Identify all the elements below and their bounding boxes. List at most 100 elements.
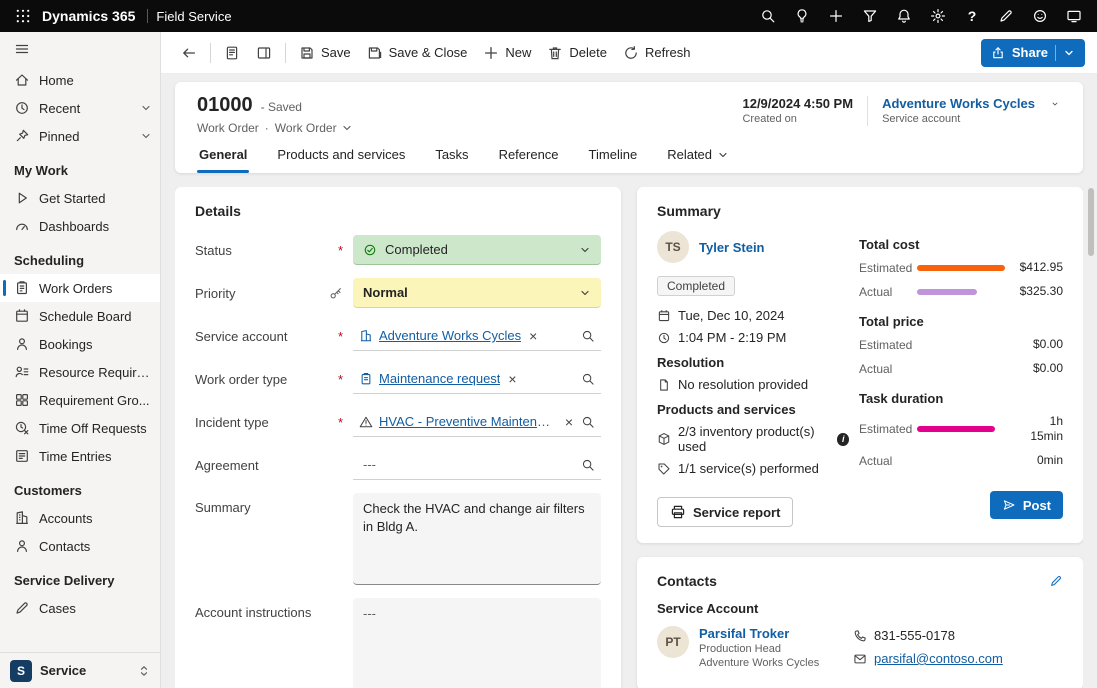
lightbulb-icon[interactable] [785,0,819,32]
tab-related[interactable]: Related [665,147,731,173]
filter-icon[interactable] [853,0,887,32]
search-icon[interactable] [751,0,785,32]
actual-cost-row: Actual $325.30 [859,284,1063,299]
save-and-close-button[interactable]: Save & Close [359,38,476,68]
sidebar-item-work-orders[interactable]: Work Orders [0,274,160,302]
feedback-pencil-icon[interactable] [989,0,1023,32]
account-instructions-textarea[interactable]: --- [353,598,601,688]
owner-avatar[interactable]: TS [657,231,689,263]
service-report-button[interactable]: Service report [657,497,793,527]
sidebar-section-my-work: My Work [0,150,160,184]
sidebar-item-dashboards[interactable]: Dashboards [0,212,160,240]
dot-separator: · [265,121,269,135]
service-account-field: Service account* Adventure Works Cycles … [195,321,601,351]
contact-email-link[interactable]: parsifal@contoso.com [874,651,1003,666]
sidebar-item-cases[interactable]: Cases [0,594,160,622]
chevron-up-down-icon[interactable] [138,665,150,677]
contact-avatar[interactable]: PT [657,626,689,658]
sidebar-item-recent[interactable]: Recent [0,94,160,122]
back-button[interactable] [173,38,205,68]
area-switcher[interactable]: S Service [0,652,160,688]
sidebar-item-requirement-groups[interactable]: Requirement Gro... [0,386,160,414]
chevron-down-icon[interactable] [140,102,152,114]
delete-button[interactable]: Delete [539,38,615,68]
side-pane-button[interactable] [248,38,280,68]
contact-email-row: parsifal@contoso.com [853,651,1063,666]
help-icon[interactable]: ? [955,0,989,32]
app-launcher-icon[interactable] [6,0,40,32]
sidebar-item-resource-requirements[interactable]: Resource Require... [0,358,160,386]
share-button[interactable]: Share [981,39,1085,67]
service-account-link[interactable]: Adventure Works Cycles [882,96,1035,111]
tab-products-and-services[interactable]: Products and services [275,147,407,173]
lookup-search-icon[interactable] [581,415,595,429]
chip-dismiss-icon[interactable]: × [506,372,518,386]
sidebar-item-bookings[interactable]: Bookings [0,330,160,358]
tab-tasks[interactable]: Tasks [433,147,470,173]
app-name[interactable]: Field Service [156,9,231,24]
edit-pencil-icon[interactable] [1049,574,1063,588]
sidebar-item-time-off-requests[interactable]: Time Off Requests [0,414,160,442]
info-icon[interactable]: i [837,433,849,446]
brand-title[interactable]: Dynamics 365 [42,8,135,24]
gear-icon[interactable] [921,0,955,32]
form-selector[interactable]: Work Order [275,121,353,135]
incident-type-chip[interactable]: HVAC - Preventive Maintenance × [359,414,575,429]
sidebar-item-pinned[interactable]: Pinned [0,122,160,150]
sidebar-item-time-entries[interactable]: Time Entries [0,442,160,470]
service-account-lookup[interactable]: Adventure Works Cycles × [353,321,601,351]
sidebar-toggle-icon[interactable] [0,32,160,66]
chevron-down-icon[interactable] [579,244,591,256]
lookup-search-icon[interactable] [581,372,595,386]
sidebar-item-schedule-board[interactable]: Schedule Board [0,302,160,330]
sidebar-item-accounts[interactable]: Accounts [0,504,160,532]
lookup-search-icon[interactable] [581,329,595,343]
summary-textarea[interactable]: Check the HVAC and change air filters in… [353,493,601,585]
status-select[interactable]: Completed [353,235,601,265]
tab-general[interactable]: General [197,147,249,173]
contact-name-link[interactable]: Parsifal Troker [699,626,843,641]
scrollbar-thumb[interactable] [1088,188,1094,256]
required-marker: * [338,372,343,387]
chevron-down-icon[interactable] [1063,47,1075,59]
products-services-heading: Products and services [657,402,849,417]
bell-icon[interactable] [887,0,921,32]
smiley-icon[interactable] [1023,0,1057,32]
incident-type-lookup[interactable]: HVAC - Preventive Maintenance × [353,407,601,437]
sidebar-item-contacts[interactable]: Contacts [0,532,160,560]
contacts-title: Contacts [657,573,717,589]
commandbar-divider [210,43,211,63]
vertical-scrollbar[interactable] [1086,184,1096,684]
service-account-chip[interactable]: Adventure Works Cycles × [359,328,539,343]
plus-icon [483,45,499,61]
back-arrow-icon [181,45,197,61]
tab-reference[interactable]: Reference [497,147,561,173]
post-button[interactable]: Post [990,491,1063,519]
agreement-lookup[interactable]: --- [353,450,601,480]
details-card: Details Status* Completed [175,187,621,688]
owner-name-link[interactable]: Tyler Stein [699,240,765,255]
contact-phone[interactable]: 831-555-0178 [874,628,955,643]
lookup-search-icon[interactable] [581,458,595,472]
quick-create-icon[interactable] [819,0,853,32]
work-order-type-chip[interactable]: Maintenance request × [359,371,519,386]
work-order-type-lookup[interactable]: Maintenance request × [353,364,601,394]
header-collapse-chevron-icon[interactable] [1049,96,1061,108]
new-button[interactable]: New [475,38,539,68]
chevron-down-icon[interactable] [140,130,152,142]
share-icon [991,46,1005,60]
sidebar-item-home[interactable]: Home [0,66,160,94]
form-selector-button[interactable] [216,38,248,68]
refresh-button[interactable]: Refresh [615,38,699,68]
sidebar-item-get-started[interactable]: Get Started [0,184,160,212]
key-icon [329,286,343,300]
main-area: Save Save & Close New Delete Refresh [161,32,1097,688]
pen-icon [14,600,30,616]
device-monitor-icon[interactable] [1057,0,1091,32]
priority-select[interactable]: Normal [353,278,601,308]
chip-dismiss-icon[interactable]: × [563,415,575,429]
chip-dismiss-icon[interactable]: × [527,329,539,343]
save-button[interactable]: Save [291,38,359,68]
chevron-down-icon[interactable] [579,287,591,299]
tab-timeline[interactable]: Timeline [587,147,640,173]
